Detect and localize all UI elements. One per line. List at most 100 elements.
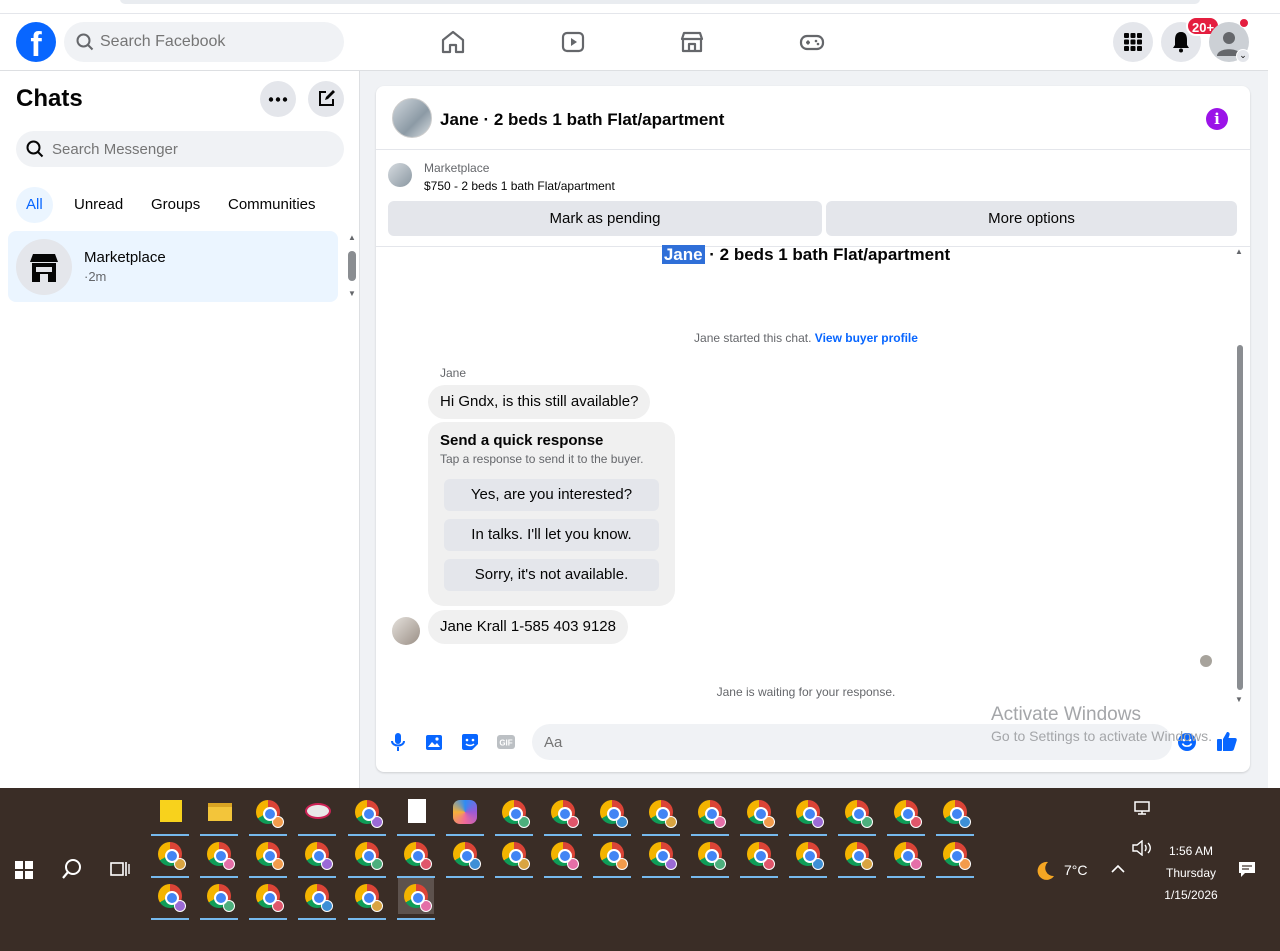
search-messenger-input[interactable] [52, 131, 332, 167]
messenger-search[interactable] [16, 131, 344, 167]
chrome-icon[interactable] [446, 836, 484, 878]
chat-name: Marketplace [84, 249, 166, 266]
thread-scroll-down-arrow[interactable]: ▼ [1235, 695, 1243, 704]
quick-response-not-available[interactable]: Sorry, it's not available. [444, 559, 659, 591]
scrollbar-thumb[interactable] [348, 251, 356, 281]
chrome-icon[interactable] [397, 836, 435, 878]
listing-thumbnail[interactable] [388, 163, 412, 187]
chrome-icon[interactable] [151, 836, 189, 878]
listing-avatar[interactable] [392, 98, 432, 138]
chrome-icon[interactable] [348, 794, 386, 836]
chrome-icon[interactable] [249, 794, 287, 836]
sender-avatar[interactable] [392, 617, 420, 645]
thread-title-name: Jane [661, 245, 705, 264]
browser-address-bar[interactable] [120, 0, 1200, 4]
chat-options-button[interactable] [260, 81, 296, 117]
mark-as-pending-button[interactable]: Mark as pending [388, 201, 822, 236]
search-icon[interactable] [61, 858, 83, 880]
chrome-icon[interactable] [789, 836, 827, 878]
thread-scroll-up-arrow[interactable]: ▲ [1235, 247, 1243, 256]
view-buyer-profile-link[interactable]: View buyer profile [815, 331, 918, 345]
chrome-icon[interactable] [740, 794, 778, 836]
conversation-title[interactable]: Jane · 2 beds 1 bath Flat/apartment [440, 110, 724, 130]
chat-list-item[interactable]: Marketplace ·2m [8, 231, 338, 302]
marketplace-icon[interactable] [676, 26, 708, 58]
menu-button[interactable] [1113, 22, 1153, 62]
chrome-icon[interactable] [789, 794, 827, 836]
copilot-icon[interactable] [446, 794, 484, 836]
chrome-icon[interactable] [936, 836, 974, 878]
chrome-icon[interactable] [348, 836, 386, 878]
thread-scrollbar-thumb[interactable] [1237, 345, 1243, 690]
paint-icon[interactable] [298, 794, 336, 836]
info-icon[interactable]: i [1206, 108, 1228, 130]
photo-icon[interactable] [424, 732, 444, 752]
filter-tab-unread[interactable]: Unread [64, 187, 133, 223]
chrome-icon[interactable] [200, 836, 238, 878]
facebook-logo[interactable]: f [16, 22, 56, 64]
chrome-icon[interactable] [642, 836, 680, 878]
chrome-icon[interactable] [691, 794, 729, 836]
task-view-icon[interactable] [110, 860, 130, 878]
chrome-icon[interactable] [298, 836, 336, 878]
windows-start-icon[interactable] [15, 861, 33, 879]
volume-icon[interactable] [1132, 840, 1152, 856]
chrome-icon[interactable] [348, 878, 386, 920]
facebook-search[interactable] [64, 22, 344, 62]
chrome-icon[interactable] [838, 836, 876, 878]
quick-response-in-talks[interactable]: In talks. I'll let you know. [444, 519, 659, 551]
weather-moon-icon[interactable] [1034, 860, 1056, 882]
chrome-icon[interactable] [642, 794, 680, 836]
chrome-icon[interactable] [593, 794, 631, 836]
activate-windows-title: Activate Windows [991, 704, 1141, 725]
chrome-icon[interactable] [249, 878, 287, 920]
like-thumbs-up-icon[interactable] [1216, 730, 1238, 752]
chrome-icon[interactable] [838, 794, 876, 836]
message-bubble[interactable]: Jane Krall 1-585 403 9128 [428, 610, 628, 644]
scroll-down-arrow[interactable]: ▼ [348, 289, 356, 298]
quick-response-yes[interactable]: Yes, are you interested? [444, 479, 659, 511]
gaming-icon[interactable] [796, 26, 828, 58]
filter-tab-groups[interactable]: Groups [141, 187, 210, 223]
chrome-icon[interactable] [397, 878, 435, 920]
weather-temperature[interactable]: 7°C [1064, 862, 1088, 878]
chrome-icon[interactable] [544, 836, 582, 878]
chrome-icon[interactable] [740, 836, 778, 878]
new-message-button[interactable] [308, 81, 344, 117]
home-icon[interactable] [437, 26, 469, 58]
action-center-icon[interactable] [1238, 860, 1256, 878]
listing-price-title[interactable]: $750 - 2 beds 1 bath Flat/apartment [424, 179, 615, 193]
chrome-icon[interactable] [544, 794, 582, 836]
message-bubble[interactable]: Hi Gndx, is this still available? [428, 385, 651, 419]
file-explorer-icon[interactable] [200, 794, 238, 836]
document-icon[interactable] [397, 794, 435, 836]
sticker-icon[interactable] [460, 732, 480, 752]
chrome-icon[interactable] [200, 878, 238, 920]
chat-list-scrollbar[interactable]: ▲ ▼ [348, 233, 356, 303]
filter-tab-all[interactable]: All [16, 187, 53, 223]
chrome-icon[interactable] [691, 836, 729, 878]
microphone-icon[interactable] [388, 732, 408, 752]
chrome-icon[interactable] [495, 794, 533, 836]
more-options-button[interactable]: More options [826, 201, 1237, 236]
chrome-icon[interactable] [593, 836, 631, 878]
chrome-icon[interactable] [887, 836, 925, 878]
chrome-icon[interactable] [936, 794, 974, 836]
chrome-icon[interactable] [151, 878, 189, 920]
search-facebook-input[interactable] [100, 22, 336, 62]
chrome-icon[interactable] [887, 794, 925, 836]
chevron-up-icon[interactable] [1111, 864, 1125, 874]
account-avatar[interactable]: ⌄ [1209, 18, 1250, 63]
page-scrollbar-track[interactable] [1268, 14, 1280, 788]
chrome-icon[interactable] [249, 836, 287, 878]
gif-icon[interactable]: GIF [496, 732, 516, 752]
chrome-icon[interactable] [495, 836, 533, 878]
sticky-notes-icon[interactable] [151, 794, 189, 836]
scroll-up-arrow[interactable]: ▲ [348, 233, 356, 242]
chrome-icon[interactable] [298, 878, 336, 920]
waiting-note: Jane is waiting for your response. [716, 685, 896, 699]
video-icon[interactable] [557, 26, 589, 58]
network-icon[interactable] [1134, 800, 1152, 816]
system-clock[interactable]: 1:56 AM Thursday 1/15/2026 [1160, 840, 1222, 906]
filter-tab-communities[interactable]: Communities [218, 187, 326, 223]
